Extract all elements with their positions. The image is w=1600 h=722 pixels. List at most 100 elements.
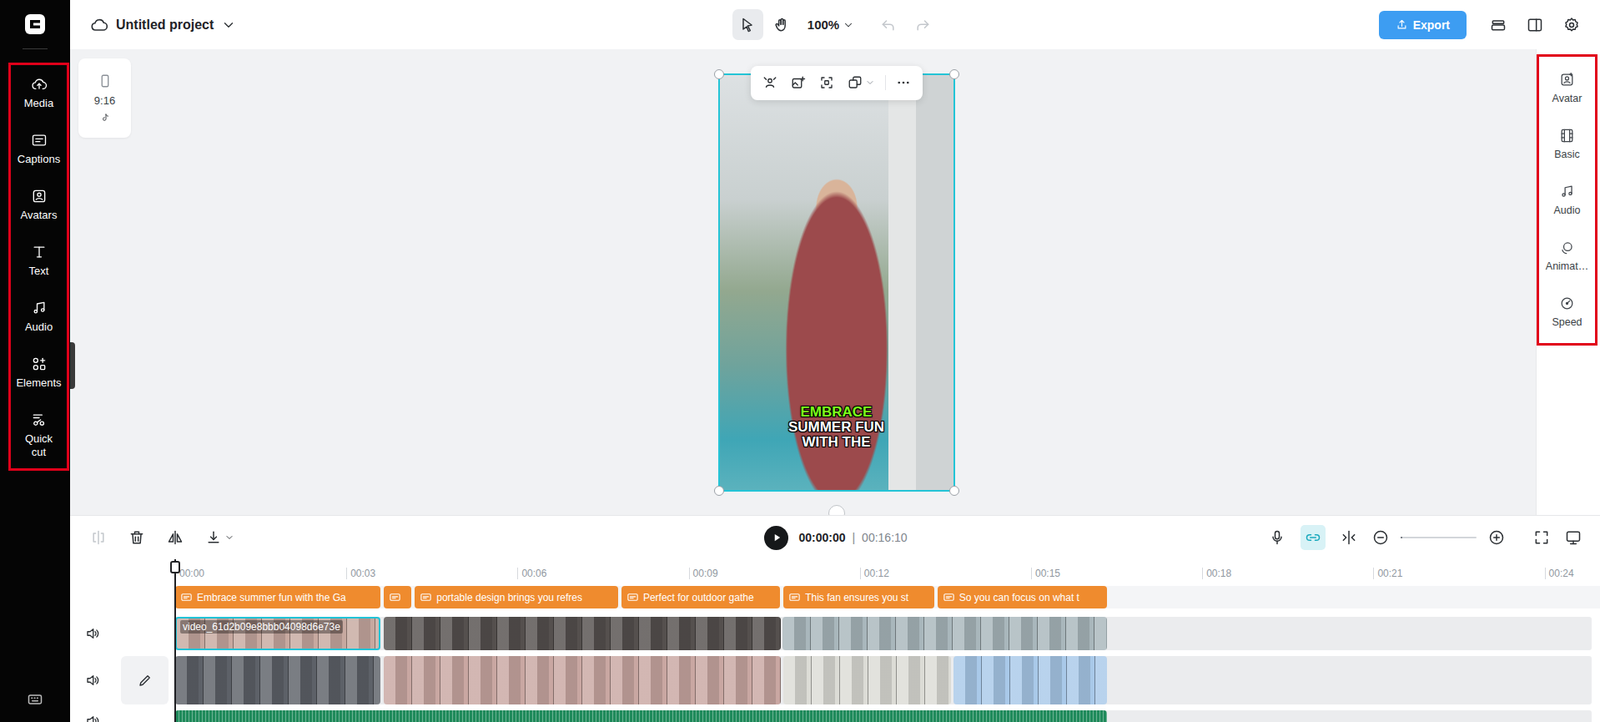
inspector-item[interactable]: Basic [1539,115,1595,172]
undo-button[interactable] [872,9,904,41]
phone-icon [97,73,113,89]
logo-icon[interactable] [24,13,46,36]
sidebar-item[interactable]: Captions [10,124,67,181]
rotate-handle[interactable] [828,504,846,516]
download-icon [205,528,222,546]
project-title[interactable]: Untitled project [115,17,214,33]
preview-caption[interactable]: EMBRACESUMMER FUN WITH THE [786,404,887,450]
inspector-label: Audio [1554,204,1581,217]
caption-clip[interactable]: This fan ensures you st [783,585,935,609]
time-ruler[interactable]: 00:0000:0300:0600:0900:1200:1500:1800:21… [70,560,1600,584]
ruler-tick: 00:03 [346,567,376,579]
text-icon [30,243,48,261]
play-button[interactable] [764,525,789,550]
flip-icon[interactable] [166,528,184,546]
replace-dropdown[interactable] [847,75,876,91]
animation-icon [1559,239,1575,256]
export-button[interactable]: Export [1378,10,1467,40]
avatar-icon [1559,71,1575,88]
gear-icon[interactable] [1563,16,1580,34]
current-time: 00:00:00 [798,530,846,544]
video-clip[interactable] [783,655,951,705]
sidebar-item[interactable]: Text [10,236,67,292]
download-dropdown[interactable] [205,528,235,546]
speaker-icon[interactable] [85,672,101,688]
sidebar-item[interactable]: Audio [10,291,67,348]
inspector-item[interactable]: Avatar [1539,60,1595,116]
speaker-icon[interactable] [85,625,101,641]
resize-handle[interactable] [949,485,960,496]
audio-clip[interactable] [175,709,1107,722]
avatars-icon [30,187,48,205]
split-icon[interactable] [90,528,107,546]
caption-clip[interactable]: Perfect for outdoor gathe [621,585,780,609]
video-clip[interactable] [953,655,1107,705]
caption-clip[interactable] [383,585,412,609]
audio-icon [30,299,48,317]
video-frame: EMBRACESUMMER FUN WITH THE [719,75,954,490]
caption-clip[interactable]: So you can focus on what t [937,585,1107,609]
zoom-dropdown[interactable]: 100% [800,17,870,32]
resize-handle[interactable] [949,69,960,80]
track-header [70,709,174,722]
panel-icon[interactable] [1526,16,1544,34]
sidebar-item[interactable]: Elements [10,347,67,404]
inspector-item[interactable]: Speed [1539,283,1595,340]
tool-button[interactable] [766,9,798,41]
collapse-handle[interactable] [70,342,76,389]
quickcut-icon [30,411,48,428]
zoom-slider[interactable] [1400,536,1477,539]
keyboard-icon[interactable] [26,690,44,708]
chevron-down-icon[interactable] [221,17,237,33]
aspect-ratio-button[interactable]: 9:16 [78,58,131,138]
clip-label: video_61d2b09e8bbb04098d6e73e [180,619,343,634]
snap-toggle[interactable] [1300,524,1326,550]
project-menu[interactable]: Untitled project [90,15,733,35]
zoom-in-icon[interactable] [1488,528,1505,546]
inspector-label: Speed [1551,316,1582,328]
video-preview[interactable]: EMBRACESUMMER FUN WITH THE [718,73,956,492]
more-icon[interactable] [895,75,911,91]
sidebar-item[interactable]: Media [10,68,67,125]
playback: 00:00:00 | 00:16:10 [764,525,907,550]
element-toolbar [750,65,923,101]
tool-button[interactable] [732,9,764,41]
sidebar-item[interactable]: Avatars [10,180,67,237]
microphone-icon[interactable] [1268,528,1286,546]
cover-edit-button[interactable] [120,655,169,705]
fit-icon[interactable] [1533,528,1550,546]
track-header [70,655,174,705]
split-view-icon[interactable] [1340,528,1358,546]
resize-handle[interactable] [714,69,725,80]
ruler-tick: 00:18 [1202,567,1232,579]
speaker-icon[interactable] [85,713,101,722]
image-add-icon[interactable] [790,75,806,91]
sidebar-label: Avatars [20,208,58,222]
video-clip[interactable] [383,655,781,705]
inspector-item[interactable]: Animat… [1539,227,1595,284]
video-clip[interactable] [782,616,1107,650]
chevron-down-icon [842,19,855,31]
caption-clip[interactable]: Embrace summer fun with the Ga [175,585,381,609]
video-clip[interactable] [383,616,781,650]
inspector-item[interactable]: Audio [1539,171,1595,228]
zoom-out-icon[interactable] [1372,528,1389,546]
trash-icon[interactable] [128,528,146,546]
monitor-icon[interactable] [1564,528,1582,546]
video-clip[interactable]: video_61d2b09e8bbb04098d6e73e [175,616,381,650]
logo[interactable] [0,0,71,49]
track: video_61d2b09e8bbb04098d6e73e [70,616,1600,650]
remove-background-icon[interactable] [762,75,778,91]
resize-handle[interactable] [714,485,725,496]
caption-clip[interactable]: portable design brings you refres [414,585,619,609]
redo-button[interactable] [906,9,938,41]
layers-icon[interactable] [1489,16,1507,34]
playhead[interactable] [174,558,177,722]
time-separator: | [851,530,856,544]
caption-icon [180,590,193,604]
video-clip[interactable] [175,655,381,705]
redo-icon [914,16,931,34]
total-time: 00:16:10 [861,530,908,544]
sidebar-item[interactable]: Quick cut [10,403,67,465]
fit-frame-icon[interactable] [819,75,835,91]
